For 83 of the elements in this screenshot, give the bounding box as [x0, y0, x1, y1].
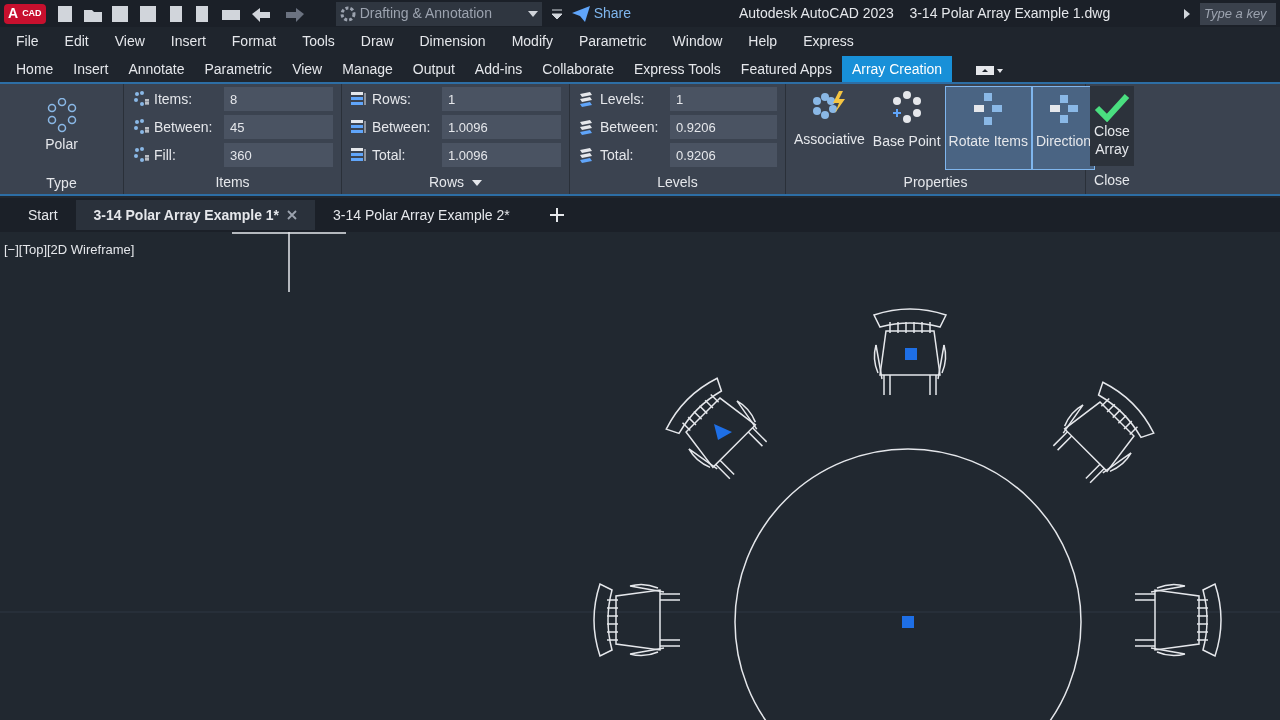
- field-label: Between:: [372, 117, 432, 137]
- panel-title: Close: [1094, 171, 1130, 190]
- ribbon-tab[interactable]: Annotate: [118, 56, 195, 82]
- menu-item[interactable]: Tools: [302, 30, 335, 52]
- field-label: Total:: [372, 145, 407, 165]
- property-button[interactable]: Base Point: [868, 86, 945, 170]
- grip-square: [902, 616, 914, 628]
- panel-title: Items: [215, 173, 250, 192]
- ribbon-tab[interactable]: Parametric: [194, 56, 283, 82]
- value-field[interactable]: 1.0096: [442, 115, 561, 139]
- field-label: Between:: [154, 117, 214, 137]
- file-tab[interactable]: Start: [10, 200, 76, 230]
- close-array-button[interactable]: Close Array: [1090, 86, 1134, 166]
- parameter-icon: [132, 146, 150, 164]
- menu-item[interactable]: File: [16, 30, 39, 52]
- field-label: Rows:: [372, 89, 412, 109]
- paper-plane-icon: [571, 5, 590, 22]
- ribbon-tab[interactable]: Collaborate: [532, 56, 624, 82]
- property-button[interactable]: Rotate Items: [944, 86, 1032, 170]
- share-button[interactable]: Share: [571, 3, 631, 24]
- workspace-dropdown[interactable]: Drafting & Annotation: [335, 1, 542, 26]
- value-field[interactable]: 0.9206: [670, 115, 777, 139]
- checkmark-icon: [1094, 92, 1130, 122]
- menu-item[interactable]: Edit: [64, 30, 89, 52]
- grip-triangle: [714, 424, 732, 440]
- value-field[interactable]: 1.0096: [442, 143, 561, 167]
- parameter-icon: [350, 146, 368, 164]
- field-label: Between:: [600, 117, 660, 137]
- field-label: Total:: [600, 145, 635, 165]
- app-logo[interactable]: A CAD: [4, 3, 46, 24]
- search-field[interactable]: Type a key: [1200, 2, 1276, 25]
- menu-item[interactable]: Draw: [360, 30, 394, 52]
- value-field[interactable]: 1: [442, 87, 561, 111]
- cursor-crosshair-icon: [232, 232, 346, 292]
- close-icon[interactable]: [287, 210, 298, 220]
- workspace-name: Drafting & Annotation: [359, 4, 492, 23]
- parameter-icon: [350, 90, 368, 108]
- ribbon-tab[interactable]: Output: [402, 56, 465, 82]
- file-tab[interactable]: 3-14 Polar Array Example 1*: [75, 200, 316, 230]
- menu-item[interactable]: Express: [803, 30, 854, 52]
- polar-button[interactable]: Polar: [43, 84, 80, 159]
- menu-item[interactable]: Format: [231, 30, 277, 52]
- expand-icon[interactable]: [1184, 8, 1190, 19]
- caret-icon: [527, 10, 538, 17]
- value-field[interactable]: 0.9206: [670, 143, 777, 167]
- menu-caret-icon[interactable]: [551, 7, 562, 20]
- menu-item[interactable]: View: [114, 30, 145, 52]
- field-label: Levels:: [600, 89, 646, 109]
- menu-item[interactable]: Parametric: [578, 30, 647, 52]
- menu-item[interactable]: Insert: [170, 30, 206, 52]
- ribbon-tab[interactable]: Manage: [332, 56, 403, 82]
- ribbon-tab[interactable]: View: [282, 56, 333, 82]
- gear-icon: [339, 5, 356, 22]
- caret-icon[interactable]: [472, 179, 482, 186]
- plus-icon[interactable]: [549, 208, 564, 222]
- field-label: Fill:: [154, 145, 177, 165]
- menu-item[interactable]: Dimension: [419, 30, 486, 52]
- field-label: Items:: [154, 89, 194, 109]
- property-button[interactable]: Associative: [790, 86, 869, 170]
- value-field[interactable]: 360: [224, 143, 333, 167]
- ribbon-tab[interactable]: Home: [6, 56, 64, 82]
- panel-title: Properties: [902, 173, 969, 192]
- parameter-icon: [350, 118, 368, 136]
- file-tab[interactable]: 3-14 Polar Array Example 2*: [315, 200, 528, 230]
- value-field[interactable]: 45: [224, 115, 333, 139]
- panel-title: Levels: [657, 173, 698, 192]
- panel-toggle-icon[interactable]: [976, 64, 1005, 76]
- parameter-icon: [132, 90, 150, 108]
- panel-title: Type: [46, 174, 77, 193]
- ribbon-tab[interactable]: Express Tools: [623, 56, 731, 82]
- menu-item[interactable]: Help: [748, 30, 778, 52]
- value-field[interactable]: 1: [670, 87, 777, 111]
- viewport-label: [−][Top][2D Wireframe]: [4, 241, 135, 259]
- window-title: Autodesk AutoCAD 2023 3-14 Polar Array Example 1.dwg: [739, 4, 1111, 23]
- parameter-icon: [132, 118, 150, 136]
- panel-title: Rows: [429, 173, 464, 192]
- value-field[interactable]: 8: [224, 87, 333, 111]
- ribbon-tab[interactable]: Featured Apps: [730, 56, 842, 82]
- grip-square: [905, 348, 917, 360]
- menu-item[interactable]: Modify: [511, 30, 553, 52]
- menu-item[interactable]: Window: [672, 30, 723, 52]
- ribbon-tab[interactable]: Insert: [63, 56, 119, 82]
- ribbon-tab[interactable]: Add-ins: [464, 56, 533, 82]
